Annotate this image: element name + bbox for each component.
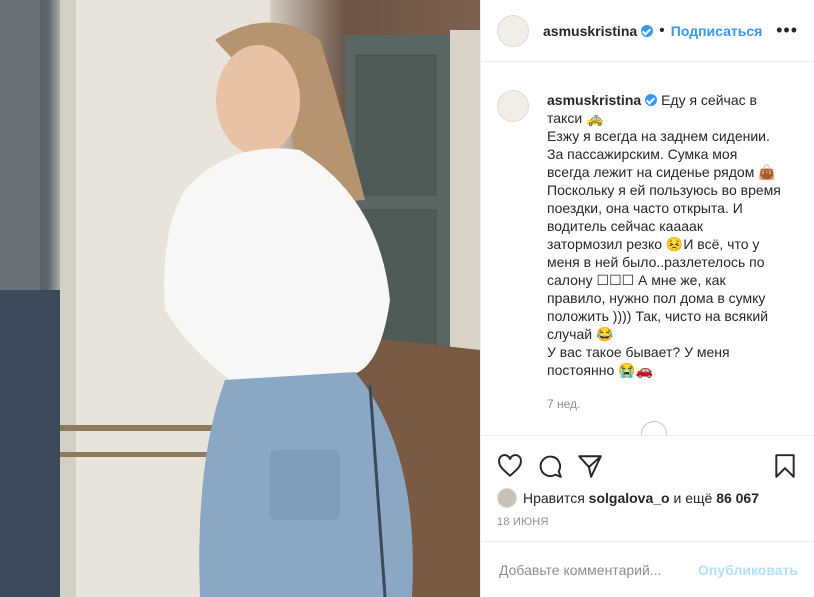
post-modal: asmuskristina • Подписаться ••• asmuskri…: [0, 0, 814, 597]
verified-icon: [645, 94, 658, 106]
comment-input[interactable]: [497, 560, 699, 579]
verified-icon: [641, 24, 654, 37]
liker-username[interactable]: solgalova_o: [589, 490, 670, 506]
caption-body: asmuskristina Еду я сейчас в такси 🚕 Езж…: [547, 78, 782, 413]
likes-summary: Нравится solgalova_o и ещё 86 067: [497, 488, 759, 508]
header-username-text[interactable]: asmuskristina: [543, 23, 637, 39]
avatar[interactable]: [497, 14, 529, 47]
add-comment-bar: Опубликовать: [481, 541, 814, 597]
comment-icon[interactable]: [537, 453, 563, 479]
caption-username[interactable]: asmuskristina: [547, 92, 641, 108]
heart-icon[interactable]: [497, 453, 523, 479]
caption-avatar[interactable]: [497, 90, 529, 122]
header-username[interactable]: asmuskristina: [543, 23, 654, 39]
caption: asmuskristina Еду я сейчас в такси 🚕 Езж…: [497, 78, 798, 413]
more-options-icon[interactable]: •••: [776, 20, 798, 41]
photo-illustration: [0, 0, 480, 597]
follow-button[interactable]: Подписаться: [671, 23, 763, 39]
loading-spinner-icon: [641, 421, 667, 435]
separator-dot: •: [659, 21, 665, 39]
share-icon[interactable]: [577, 453, 603, 479]
comments-area[interactable]: asmuskristina Еду я сейчас в такси 🚕 Езж…: [481, 62, 814, 436]
post-date[interactable]: 18 ИЮНЯ: [497, 516, 549, 528]
likes-prefix: Нравится: [523, 490, 585, 506]
post-photo[interactable]: [0, 0, 480, 597]
action-bar: [497, 448, 798, 484]
publish-button[interactable]: Опубликовать: [698, 562, 798, 578]
liker-avatar[interactable]: [497, 488, 517, 508]
post-header: asmuskristina • Подписаться •••: [481, 0, 814, 62]
post-side-panel: asmuskristina • Подписаться ••• asmuskri…: [480, 0, 814, 597]
likes-count[interactable]: 86 067: [716, 490, 759, 506]
post-age[interactable]: 7 нед.: [547, 395, 782, 413]
bookmark-icon[interactable]: [772, 453, 798, 479]
caption-text: Еду я сейчас в такси 🚕 Езжу я всегда на …: [547, 92, 781, 378]
likes-middle: и ещё: [673, 490, 713, 506]
